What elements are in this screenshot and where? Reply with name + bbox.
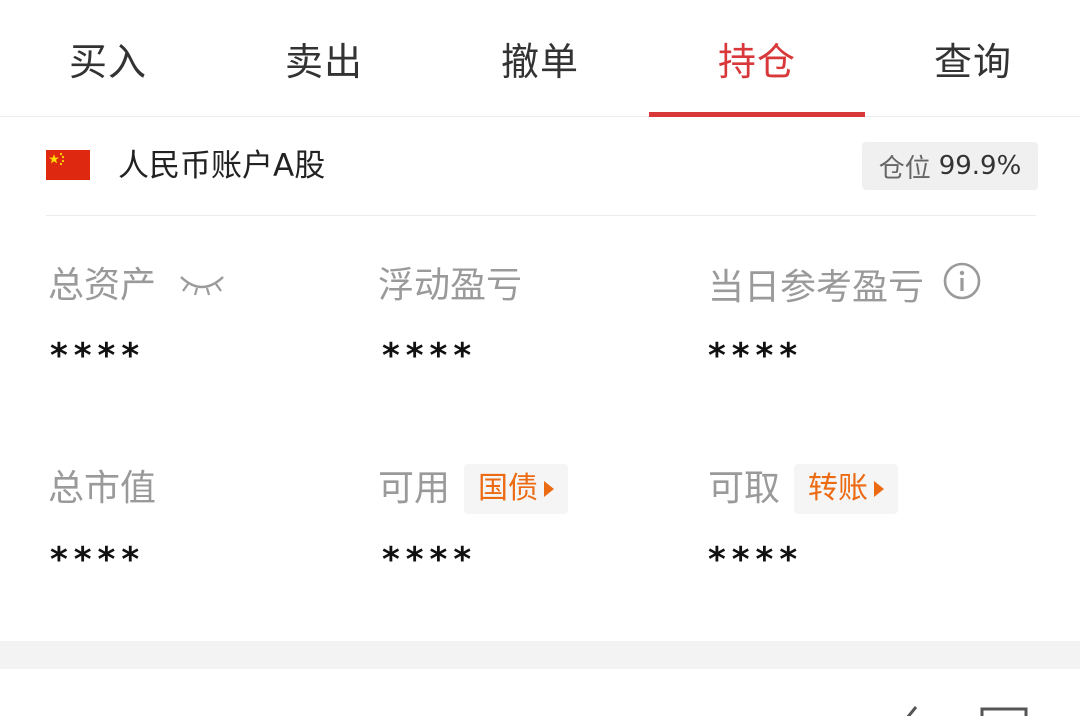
position-value: 99.9% [938,151,1022,181]
trade-tab-bar: 买入 卖出 撤单 持仓 查询 [0,0,1080,117]
account-name[interactable]: 人民币账户A股 [118,143,325,189]
position-ratio-badge: 仓位 99.9% [862,142,1038,190]
floating-pnl-text: 浮动盈亏 [378,265,523,306]
withdrawable-value: **** [708,540,804,580]
holdings-list-header [0,669,1080,716]
info-icon[interactable] [942,261,982,315]
tab-label: 持仓 [717,39,796,84]
section-divider [0,641,1080,669]
available-funds-label: 可用 国债 [378,464,569,514]
available-funds-value: **** [382,540,478,580]
market-value-text: 总市值 [48,468,157,509]
eye-closed-icon[interactable] [178,261,226,311]
tab-sell[interactable]: 卖出 [216,0,432,116]
total-assets-label: 总资产 [48,261,226,311]
daily-pnl-text: 当日参考盈亏 [708,267,925,308]
tab-label: 查询 [933,39,1012,84]
triangle-right-icon [544,481,555,497]
total-assets-text: 总资产 [48,265,157,306]
position-label: 仓位 [878,153,931,184]
china-flag-icon [46,150,90,180]
account-header: 人民币账户A股 仓位 99.9% [46,117,1038,216]
tab-cancel-order[interactable]: 撤单 [432,0,648,116]
treasury-bond-label: 国债 [478,471,539,506]
triangle-right-icon [874,481,885,497]
withdrawable-label: 可取 转账 [708,464,899,514]
daily-pnl-label: 当日参考盈亏 [708,261,982,315]
daily-pnl-value: **** [708,336,804,376]
chart-icon[interactable] [872,705,922,716]
tab-label: 买入 [68,39,147,84]
withdrawable-text: 可取 [708,468,781,509]
transfer-button[interactable]: 转账 [794,464,899,514]
tab-buy[interactable]: 买入 [0,0,216,116]
treasury-bond-button[interactable]: 国债 [464,464,569,514]
market-value-value: **** [50,540,146,580]
square-icon[interactable] [980,707,1028,716]
total-assets-value: **** [50,336,146,376]
tab-label: 卖出 [284,39,363,84]
available-funds-text: 可用 [378,468,451,509]
tab-query[interactable]: 查询 [865,0,1080,116]
floating-pnl-label: 浮动盈亏 [378,261,522,311]
market-value-label: 总市值 [48,464,156,514]
tab-holdings[interactable]: 持仓 [649,0,865,117]
tab-label: 撤单 [500,39,579,84]
floating-pnl-value: **** [382,336,478,376]
transfer-label: 转账 [808,471,869,506]
